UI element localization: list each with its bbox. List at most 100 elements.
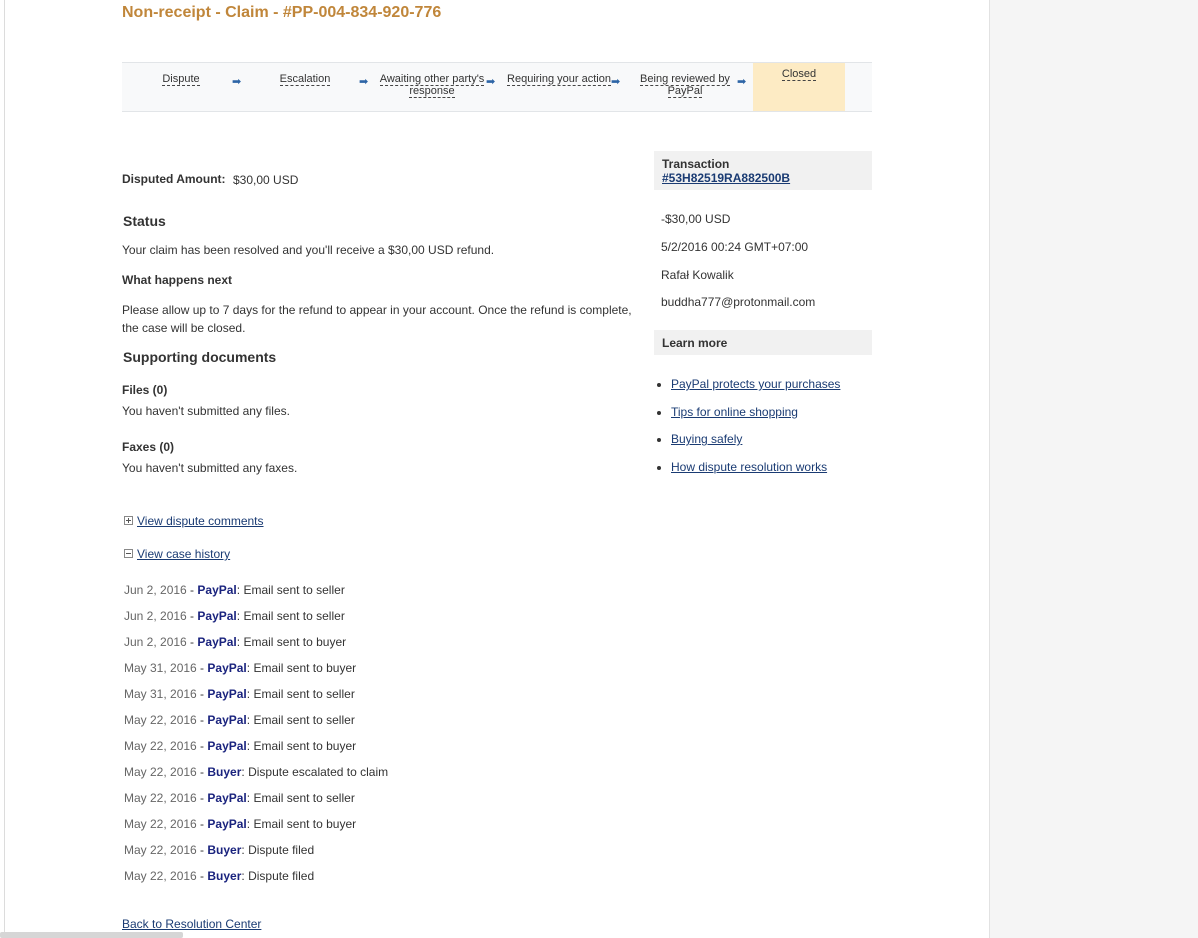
- view-dispute-comments-link[interactable]: View dispute comments: [137, 514, 264, 528]
- history-date: May 22, 2016: [124, 739, 197, 753]
- history-row: May 22, 2016 - PayPal: Email sent to sel…: [124, 713, 355, 727]
- horizontal-scrollbar[interactable]: [0, 932, 183, 938]
- step-label: Escalation: [279, 73, 331, 86]
- step-requiring-action: Requiring your action: [500, 63, 618, 111]
- history-date: May 22, 2016: [124, 869, 197, 883]
- learn-more-item: Tips for online shopping: [671, 405, 840, 433]
- history-event: Email sent to buyer: [243, 635, 347, 649]
- history-date: May 22, 2016: [124, 843, 197, 857]
- history-row: May 31, 2016 - PayPal: Email sent to sel…: [124, 687, 355, 701]
- history-actor: PayPal: [207, 661, 247, 675]
- history-actor: PayPal: [207, 817, 247, 831]
- history-date: Jun 2, 2016: [124, 583, 187, 597]
- history-actor: PayPal: [207, 739, 247, 753]
- history-row: May 22, 2016 - PayPal: Email sent to buy…: [124, 739, 357, 753]
- transaction-amount: -$30,00 USD: [661, 212, 731, 226]
- files-text: You haven't submitted any files.: [122, 404, 290, 418]
- history-date: May 31, 2016: [124, 661, 197, 675]
- page-title: Non-receipt - Claim - #PP-004-834-920-77…: [122, 4, 442, 21]
- learn-more-link[interactable]: PayPal protects your purchases: [671, 377, 840, 391]
- disputed-amount-label: Disputed Amount:: [122, 172, 226, 186]
- history-actor: Buyer: [207, 869, 242, 883]
- learn-more-item: PayPal protects your purchases: [671, 377, 840, 405]
- case-history-list: Jun 2, 2016 - PayPal: Email sent to sell…: [124, 583, 388, 895]
- faxes-text: You haven't submitted any faxes.: [122, 461, 298, 475]
- page-left-border: [4, 0, 5, 938]
- history-row: Jun 2, 2016 - PayPal: Email sent to sell…: [124, 583, 345, 597]
- transaction-party-email: buddha777@protonmail.com: [661, 295, 816, 309]
- what-happens-next-line-2: the case will be closed.: [122, 321, 246, 335]
- step-label: PayPal: [667, 85, 703, 98]
- history-event: Email sent to seller: [243, 609, 345, 623]
- status-message: Your claim has been resolved and you'll …: [122, 243, 495, 257]
- transaction-id-link[interactable]: #53H82519RA882500B: [662, 171, 790, 185]
- learn-more-link[interactable]: Buying safely: [671, 432, 742, 446]
- learn-more-list: PayPal protects your purchases Tips for …: [654, 377, 840, 487]
- history-event: Email sent to seller: [253, 791, 355, 805]
- step-label: Closed: [781, 68, 817, 81]
- expand-plus-icon[interactable]: [124, 516, 133, 526]
- history-row: Jun 2, 2016 - PayPal: Email sent to sell…: [124, 609, 345, 623]
- what-happens-next-line-1: Please allow up to 7 days for the refund…: [122, 303, 632, 317]
- step-arrow-icon: ➡: [737, 76, 747, 88]
- history-date: Jun 2, 2016: [124, 609, 187, 623]
- learn-more-item: How dispute resolution works: [671, 460, 840, 488]
- history-date: May 22, 2016: [124, 765, 197, 779]
- history-event: Email sent to buyer: [253, 739, 357, 753]
- step-reviewed-by-paypal: Being reviewed by PayPal: [626, 63, 744, 111]
- step-arrow-icon: ➡: [486, 76, 496, 88]
- history-event: Email sent to seller: [253, 687, 355, 701]
- step-closed: Closed: [753, 63, 845, 111]
- step-arrow-icon: ➡: [359, 76, 369, 88]
- history-row: May 22, 2016 - Buyer: Dispute filed: [124, 843, 315, 857]
- history-event: Email sent to seller: [243, 583, 345, 597]
- view-dispute-comments-toggle[interactable]: View dispute comments: [124, 512, 264, 530]
- step-arrow-icon: ➡: [232, 76, 242, 88]
- history-row: May 22, 2016 - PayPal: Email sent to buy…: [124, 817, 357, 831]
- history-row: Jun 2, 2016 - PayPal: Email sent to buye…: [124, 635, 347, 649]
- view-case-history-toggle[interactable]: View case history: [124, 545, 230, 563]
- transaction-party-name: Rafał Kowalik: [661, 268, 734, 282]
- history-actor: PayPal: [197, 609, 237, 623]
- history-event: Email sent to buyer: [253, 817, 357, 831]
- history-actor: PayPal: [207, 713, 247, 727]
- history-event: Email sent to seller: [253, 713, 355, 727]
- status-heading: Status: [123, 213, 166, 229]
- history-date: May 22, 2016: [124, 791, 197, 805]
- step-dispute: Dispute: [122, 63, 240, 111]
- history-actor: PayPal: [207, 687, 247, 701]
- progress-steps: Dispute ➡ Escalation ➡ Awaiting other pa…: [122, 62, 872, 112]
- history-actor: PayPal: [197, 583, 237, 597]
- learn-more-heading: Learn more: [662, 336, 728, 350]
- right-gutter: [989, 0, 1198, 938]
- history-actor: PayPal: [197, 635, 237, 649]
- learn-more-link[interactable]: How dispute resolution works: [671, 460, 827, 474]
- history-date: Jun 2, 2016: [124, 635, 187, 649]
- history-row: May 22, 2016 - Buyer: Dispute filed: [124, 869, 315, 883]
- step-label: response: [409, 85, 455, 98]
- history-row: May 31, 2016 - PayPal: Email sent to buy…: [124, 661, 357, 675]
- step-label: Dispute: [162, 73, 200, 86]
- history-event: Dispute filed: [248, 843, 315, 857]
- step-awaiting-response: Awaiting other party's response: [372, 63, 492, 111]
- back-to-resolution-center-link[interactable]: Back to Resolution Center: [122, 917, 261, 931]
- transaction-header: Transaction #53H82519RA882500B: [654, 151, 872, 190]
- history-event: Email sent to buyer: [253, 661, 357, 675]
- view-case-history-link[interactable]: View case history: [137, 547, 230, 561]
- faxes-label: Faxes (0): [122, 440, 175, 454]
- collapse-minus-icon[interactable]: [124, 549, 133, 559]
- transaction-datetime: 5/2/2016 00:24 GMT+07:00: [661, 240, 809, 254]
- step-label: Requiring your action: [507, 73, 611, 86]
- history-date: May 22, 2016: [124, 713, 197, 727]
- learn-more-link[interactable]: Tips for online shopping: [671, 405, 798, 419]
- transaction-heading: Transaction: [662, 157, 730, 171]
- history-date: May 22, 2016: [124, 817, 197, 831]
- history-event: Dispute filed: [248, 869, 315, 883]
- files-label: Files (0): [122, 383, 168, 397]
- history-row: May 22, 2016 - Buyer: Dispute escalated …: [124, 765, 389, 779]
- history-event: Dispute escalated to claim: [248, 765, 389, 779]
- history-date: May 31, 2016: [124, 687, 197, 701]
- what-happens-next-heading: What happens next: [122, 273, 233, 287]
- step-arrow-icon: ➡: [611, 76, 621, 88]
- history-row: May 22, 2016 - PayPal: Email sent to sel…: [124, 791, 355, 805]
